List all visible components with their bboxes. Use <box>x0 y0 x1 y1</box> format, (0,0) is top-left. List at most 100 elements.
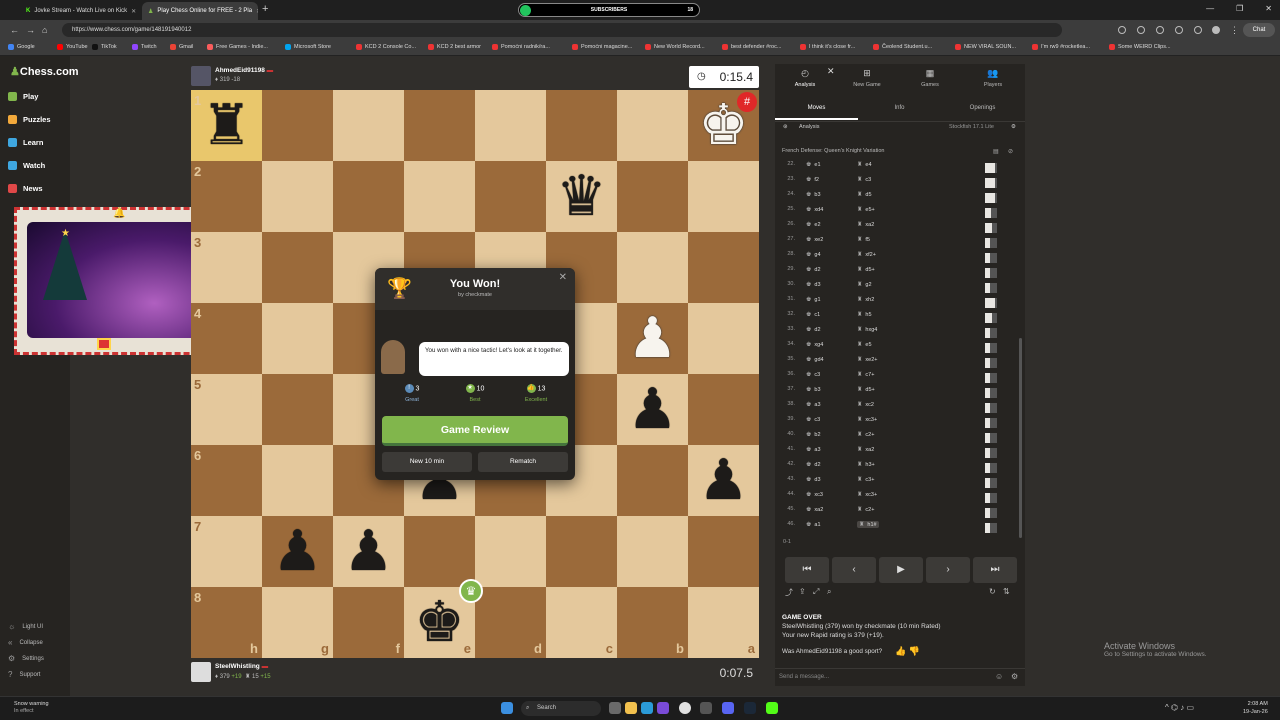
board-square[interactable] <box>617 516 688 587</box>
board-square[interactable] <box>688 161 759 232</box>
board-square[interactable]: d <box>475 587 546 658</box>
bottom-player-name[interactable]: SteelWhistling ▬ <box>215 663 268 670</box>
close-icon[interactable]: ✕ <box>131 8 136 15</box>
close-window-icon[interactable]: ✕ <box>1265 4 1272 13</box>
tab-games[interactable]: ▦ Games <box>900 68 960 88</box>
extension-icon[interactable] <box>1156 26 1164 34</box>
black-move[interactable]: ♜ h3+ <box>857 461 875 468</box>
task-view-icon[interactable] <box>609 702 621 714</box>
volume-icon[interactable]: ♪ <box>1180 703 1184 712</box>
white-move[interactable]: ♚ gd4 <box>806 356 824 363</box>
chat-settings-icon[interactable]: ⚙ <box>1011 672 1018 681</box>
windows-start-icon[interactable] <box>501 702 513 714</box>
bookmark-item[interactable]: Pomoćni radnik/ra... <box>492 44 550 50</box>
black-piece[interactable]: ♟ <box>617 374 688 445</box>
close-icon[interactable]: ✕ <box>559 272 567 283</box>
taskbar-clock[interactable]: 2:08 AM 19-Jan-26 <box>1243 700 1268 716</box>
black-piece[interactable]: ♟ <box>333 516 404 587</box>
black-move[interactable]: ♜ e4 <box>857 161 872 168</box>
tab-analysis[interactable]: ◴ Analysis <box>775 68 835 88</box>
white-move[interactable]: ♚ a3 <box>806 446 821 453</box>
board-square[interactable] <box>475 161 546 232</box>
board-square[interactable] <box>262 303 333 374</box>
black-move[interactable]: ♜ xa2 <box>857 221 874 228</box>
nav-learn[interactable]: Learn <box>8 138 43 147</box>
board-square[interactable] <box>404 90 475 161</box>
white-move[interactable]: ♚ d2 <box>806 266 821 273</box>
black-move[interactable]: ♜ f5 <box>857 236 870 243</box>
board-square[interactable]: 2 <box>191 161 262 232</box>
black-move[interactable]: ♜ c3+ <box>857 476 874 483</box>
nav-news[interactable]: News <box>8 184 43 193</box>
back-icon[interactable]: ← <box>10 25 19 35</box>
black-move[interactable]: ♜ c3 <box>857 176 871 183</box>
settings-button[interactable]: ⚙ Settings <box>8 654 44 663</box>
profile-avatar-icon[interactable] <box>1212 26 1220 34</box>
board-square[interactable] <box>617 90 688 161</box>
extension-icon[interactable] <box>1175 26 1183 34</box>
white-move[interactable]: ♚ f2 <box>806 176 819 183</box>
browser-tab[interactable]: K Jovke Stream - Watch Live on Kick ✕ <box>20 2 138 20</box>
chrome-icon[interactable] <box>679 702 691 714</box>
new-tab-button[interactable]: + <box>262 3 268 15</box>
refresh-icon[interactable]: ↻ <box>989 587 996 596</box>
chat-input[interactable]: Send a message... <box>775 668 1025 686</box>
bookmark-item[interactable]: YouTube <box>57 44 88 50</box>
black-move[interactable]: ♜ xf2+ <box>857 251 876 258</box>
white-move[interactable]: ♚ c3 <box>806 371 820 378</box>
black-move[interactable]: ♜ h1# <box>857 521 879 528</box>
white-move[interactable]: ♚ g1 <box>806 296 821 303</box>
white-move[interactable]: ♚ xc3 <box>806 491 823 498</box>
extension-icon[interactable] <box>1194 26 1202 34</box>
black-move[interactable]: ♜ e5 <box>857 341 872 348</box>
board-square[interactable]: ♟ <box>333 516 404 587</box>
browser-tab-active[interactable]: ♟ Play Chess Online for FREE - 2 Pla ✕ <box>142 2 258 20</box>
bookmark-item[interactable]: NEW VIRAL SOUN... <box>955 44 1016 50</box>
board-square[interactable]: f <box>333 587 404 658</box>
black-move[interactable]: ♜ xc3+ <box>857 416 877 423</box>
board-square[interactable] <box>546 516 617 587</box>
white-move[interactable]: ♚ d3 <box>806 281 821 288</box>
white-move[interactable]: ♚ a1 <box>806 521 821 528</box>
kick-app-icon[interactable] <box>766 702 778 714</box>
board-square[interactable] <box>262 445 333 516</box>
board-square[interactable] <box>404 516 475 587</box>
chat-button[interactable]: Chat <box>1243 23 1275 37</box>
analysis-toggle-icon[interactable]: ⊛ <box>783 124 788 130</box>
black-move[interactable]: ♜ h5 <box>857 311 872 318</box>
black-move[interactable]: ♜ c7+ <box>857 371 874 378</box>
board-square[interactable]: 1 ♜ <box>191 90 262 161</box>
subtab-moves[interactable]: Moves <box>775 105 858 120</box>
file-explorer-icon[interactable] <box>625 702 637 714</box>
battery-icon[interactable]: ▭ <box>1186 703 1194 712</box>
white-move[interactable]: ♚ xa2 <box>806 506 823 513</box>
first-move-button[interactable]: ⏮ <box>785 557 829 583</box>
board-square[interactable]: 3 <box>191 232 262 303</box>
white-move[interactable]: ♚ xe2 <box>806 236 823 243</box>
nav-play[interactable]: Play <box>8 92 38 101</box>
avatar[interactable] <box>191 662 211 682</box>
menu-icon[interactable]: ⋮ <box>1230 25 1239 36</box>
white-move[interactable]: ♚ a3 <box>806 401 821 408</box>
rematch-button[interactable]: Rematch <box>478 452 568 472</box>
light-ui-button[interactable]: ☼ Light UI <box>8 622 43 631</box>
white-move[interactable]: ♚ xg4 <box>806 341 823 348</box>
board-square[interactable] <box>262 232 333 303</box>
board-square[interactable]: 7 <box>191 516 262 587</box>
white-move[interactable]: ♚ g4 <box>806 251 821 258</box>
board-square[interactable] <box>688 516 759 587</box>
tab-players[interactable]: 👥 Players <box>963 68 1023 88</box>
bookmark-item[interactable]: Čeolend Student.u... <box>873 44 932 50</box>
bookmark-item[interactable]: New World Record... <box>645 44 705 50</box>
taskbar-search[interactable]: ⌕ Search <box>521 701 601 716</box>
subtab-openings[interactable]: Openings <box>941 105 1024 111</box>
bookmark-item[interactable]: Google <box>8 44 35 50</box>
white-move[interactable]: ♚ e1 <box>806 161 821 168</box>
nav-puzzles[interactable]: Puzzles <box>8 115 51 124</box>
discord-icon[interactable] <box>722 702 734 714</box>
board-square[interactable]: ♟ <box>617 303 688 374</box>
black-piece[interactable]: ♟ <box>688 445 759 516</box>
extension-icon[interactable] <box>1118 26 1126 34</box>
board-square[interactable] <box>688 374 759 445</box>
share-icon[interactable]: ⤴ <box>785 587 793 598</box>
